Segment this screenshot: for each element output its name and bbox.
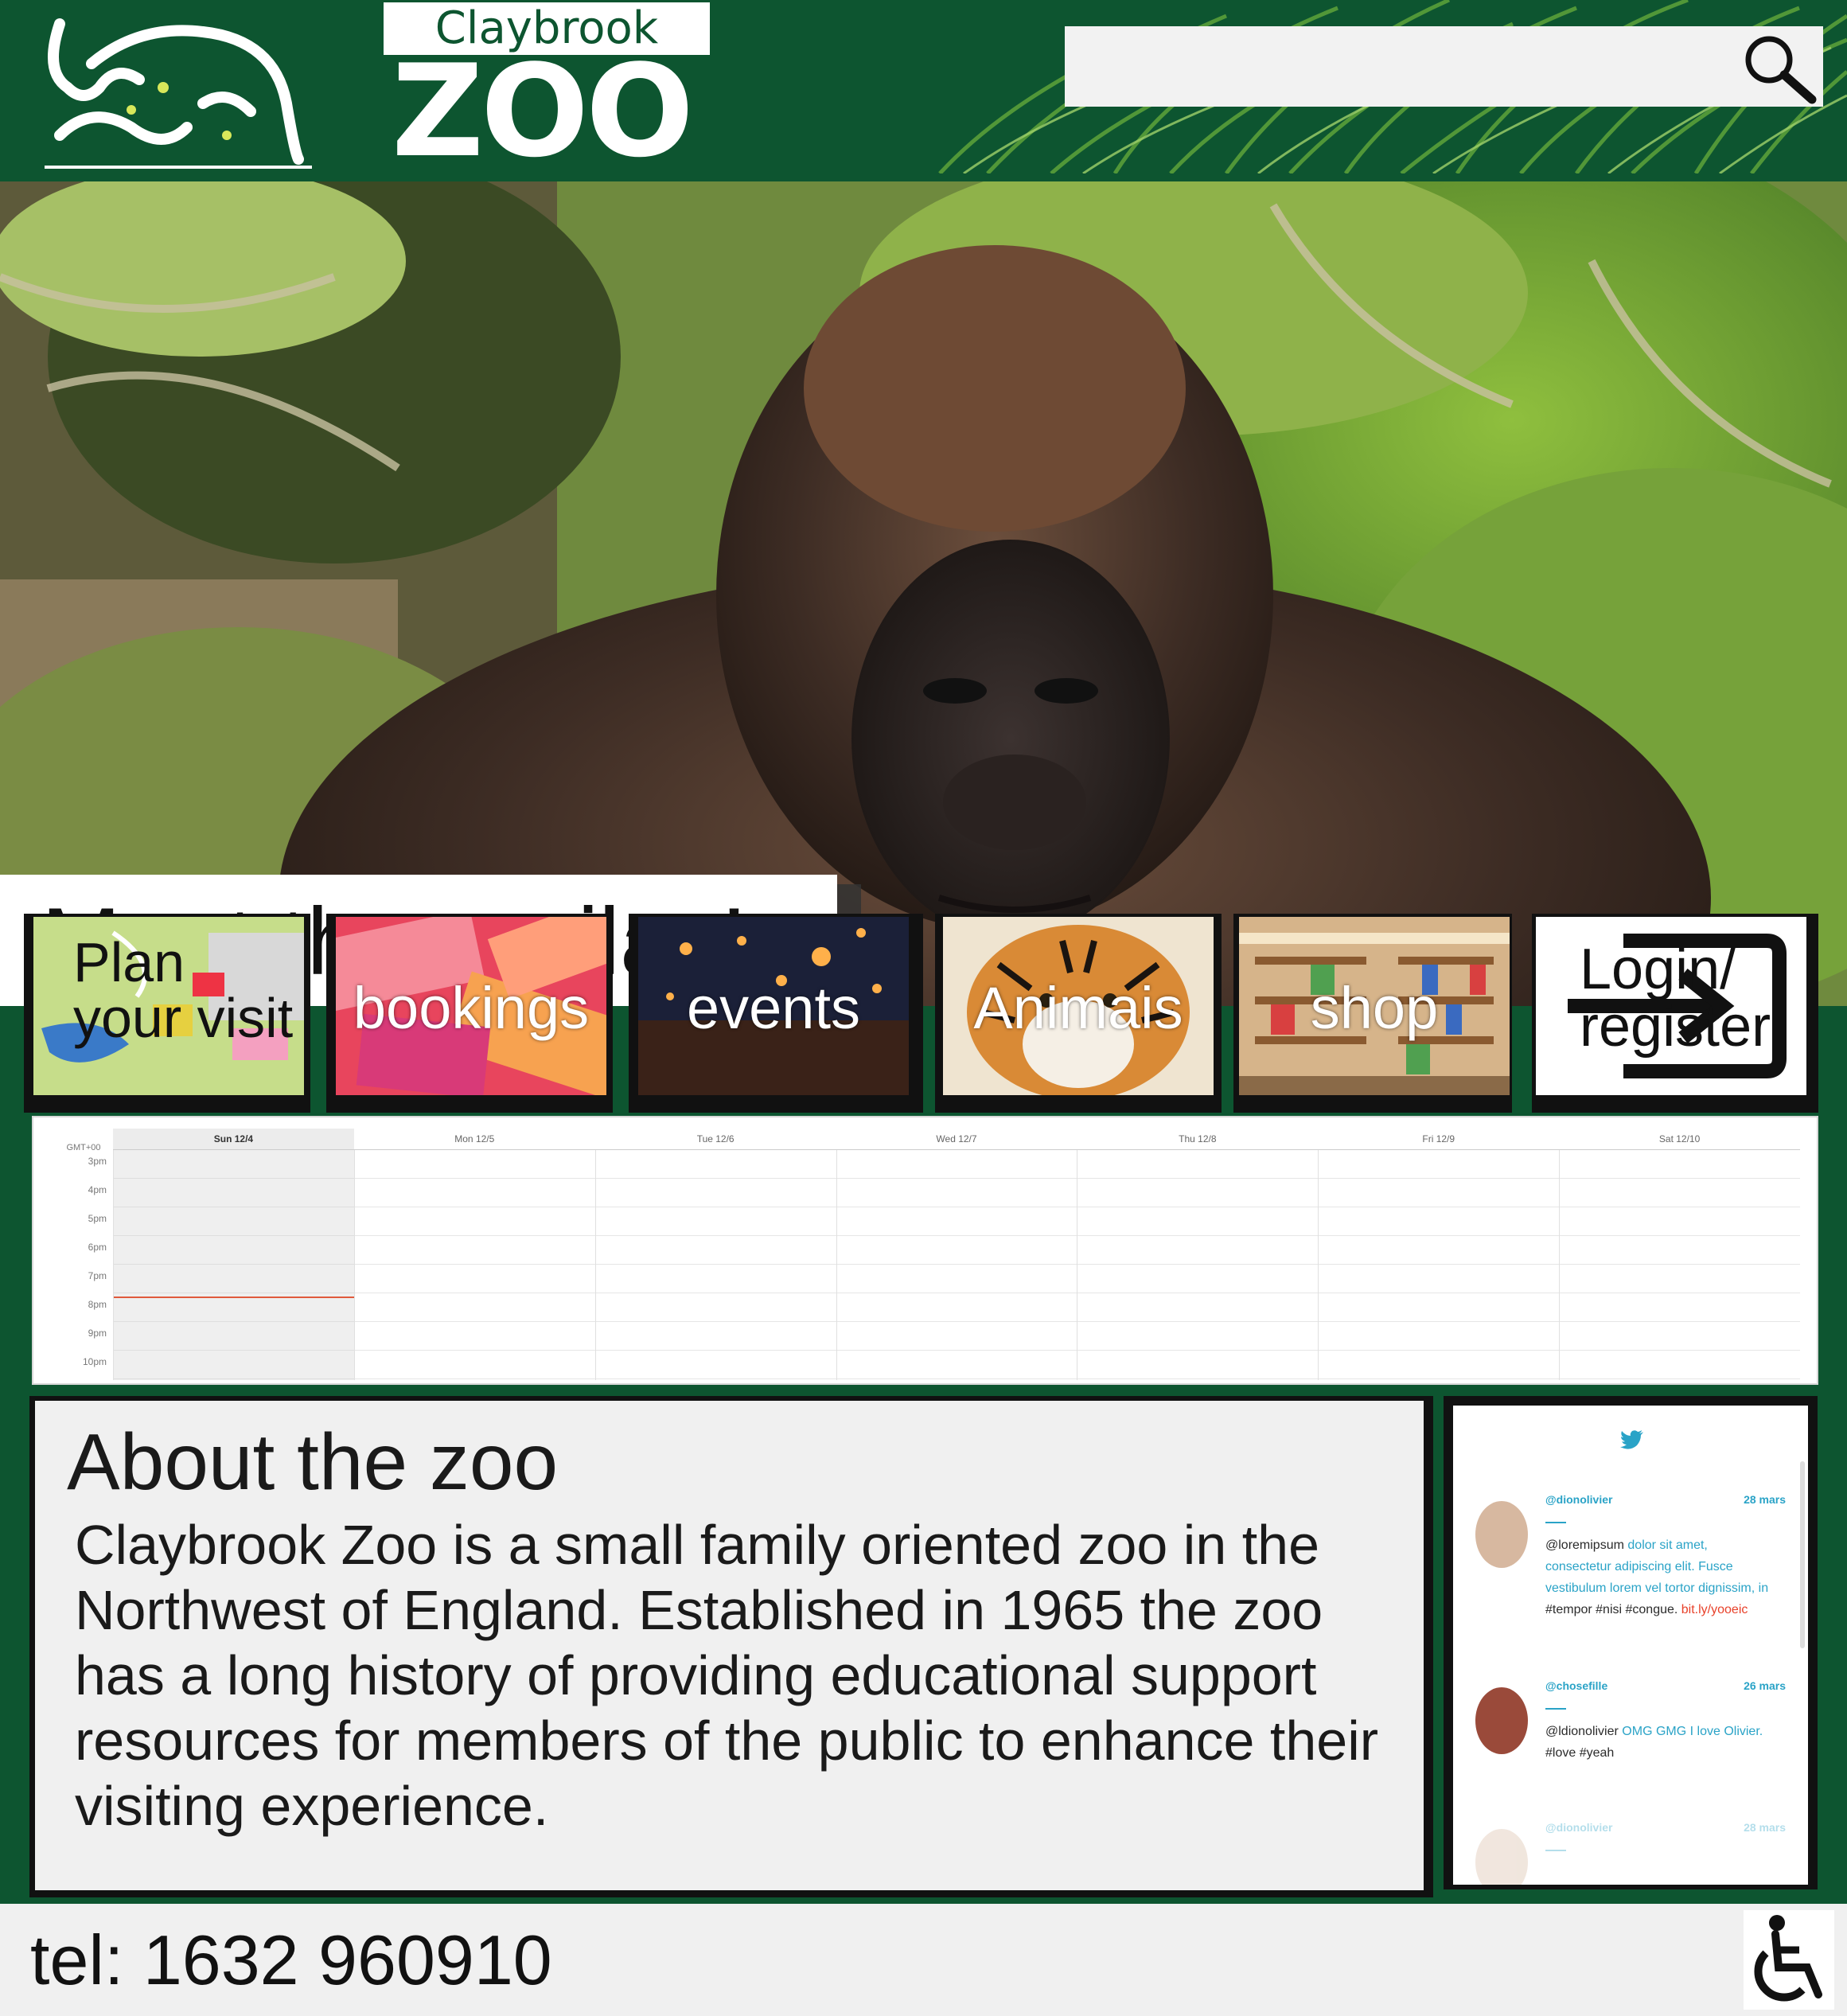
calendar-day-column[interactable] <box>594 1150 836 1380</box>
calendar-day-column[interactable] <box>1077 1150 1319 1380</box>
site-footer: tel: 1632 960910 <box>0 1904 1847 2016</box>
tweet-hashtags[interactable]: #love #yeah <box>1545 1746 1614 1760</box>
tweet-divider <box>1545 1708 1566 1710</box>
tweet-handle[interactable]: @chosefille <box>1545 1679 1607 1692</box>
avatar[interactable] <box>1475 1501 1528 1568</box>
nav-animals-label: Animais <box>973 975 1183 1041</box>
calendar-day-header[interactable]: Thu 12/8 <box>1077 1129 1318 1149</box>
calendar-day-column[interactable] <box>113 1150 354 1380</box>
calendar-time-label: 8pm <box>88 1299 107 1310</box>
tweet[interactable]: @chosefille 26 mars @ldionolivier OMG GM… <box>1475 1679 1794 1775</box>
tweet-date: 26 mars <box>1744 1679 1786 1692</box>
tweet-body: @ldionolivier OMG GMG I love Olivier. #l… <box>1545 1721 1776 1764</box>
about-title: About the zoo <box>67 1417 559 1507</box>
search-icon[interactable] <box>1739 33 1818 104</box>
avatar[interactable] <box>1475 1687 1528 1754</box>
calendar-day-header[interactable]: Tue 12/6 <box>595 1129 836 1149</box>
nav-plan-label: Plan your visit <box>73 931 294 1049</box>
hero-banner: Meet the gorilas! <box>0 181 1847 1006</box>
nav-shop[interactable]: shop <box>1239 917 1510 1095</box>
tweet-date: 28 mars <box>1744 1493 1786 1506</box>
nav-animals[interactable]: Animais <box>943 917 1214 1095</box>
calendar-day-column[interactable] <box>836 1150 1077 1380</box>
calendar-time-label: 9pm <box>88 1328 107 1339</box>
nav-shop-label: shop <box>1310 975 1439 1041</box>
logo-underline <box>45 166 312 169</box>
tweet-divider <box>1545 1522 1566 1523</box>
calendar-header: Sun 12/4 Mon 12/5 Tue 12/6 Wed 12/7 Thu … <box>113 1129 1800 1149</box>
calendar-day-column[interactable] <box>353 1150 595 1380</box>
calendar-day-header[interactable]: Sat 12/10 <box>1559 1129 1800 1149</box>
tweet[interactable]: @dionolivier 28 mars @loremipsum dolor s… <box>1475 1493 1794 1628</box>
calendar-day-column[interactable] <box>1318 1150 1560 1380</box>
nav-events[interactable]: events <box>638 917 909 1095</box>
calendar-grid <box>113 1149 1801 1380</box>
events-calendar[interactable]: GMT+00 Sun 12/4 Mon 12/5 Tue 12/6 Wed 12… <box>32 1116 1818 1385</box>
tweet-link[interactable]: bit.ly/yooeic <box>1681 1603 1748 1616</box>
calendar-day-header[interactable]: Sun 12/4 <box>113 1129 354 1149</box>
tweet-body: @loremipsum dolor sit amet, consectetur … <box>1545 1534 1776 1620</box>
tweet-text: OMG GMG I love Olivier. <box>1622 1725 1763 1738</box>
calendar-time-label: 10pm <box>82 1356 107 1367</box>
tweet-handle[interactable]: @dionolivier <box>1545 1493 1612 1506</box>
twitter-bird-icon[interactable] <box>1620 1429 1644 1450</box>
search-input[interactable] <box>1065 26 1823 107</box>
nav-bookings-label: bookings <box>353 975 590 1041</box>
site-header: Claybrook ZOO <box>0 0 1847 174</box>
about-text: Claybrook Zoo is a small family oriented… <box>75 1514 1379 1837</box>
calendar-day-column[interactable] <box>1559 1150 1801 1380</box>
telephone-number[interactable]: tel: 1632 960910 <box>30 1920 552 2001</box>
nav-plan-your-visit[interactable]: Plan your visit <box>33 917 304 1095</box>
tweet-hashtags[interactable]: #tempor #nisi #congue. <box>1545 1603 1677 1616</box>
tweet-mention[interactable]: @loremipsum <box>1545 1538 1624 1552</box>
nav-bookings[interactable]: bookings <box>336 917 606 1095</box>
tweet-mention[interactable]: @ldionolivier <box>1545 1725 1619 1738</box>
nav-events-label: events <box>686 975 861 1041</box>
about-section: About the zoo Claybrook Zoo is a small f… <box>35 1401 1424 1890</box>
calendar-time-label: 6pm <box>88 1242 107 1253</box>
calendar-time-label: 4pm <box>88 1184 107 1195</box>
avatar[interactable] <box>1475 1829 1528 1885</box>
calendar-time-label: 7pm <box>88 1270 107 1281</box>
twitter-scrollbar[interactable] <box>1800 1461 1805 1648</box>
calendar-day-header[interactable]: Fri 12/9 <box>1318 1129 1559 1149</box>
calendar-day-header[interactable]: Wed 12/7 <box>836 1129 1077 1149</box>
calendar-time-label: 3pm <box>88 1156 107 1167</box>
tweet-divider <box>1545 1850 1566 1851</box>
calendar-time-axis: 3pm 4pm 5pm 6pm 7pm 8pm 9pm 10pm <box>41 1156 111 1383</box>
twitter-feed[interactable]: @dionolivier 28 mars @loremipsum dolor s… <box>1453 1406 1808 1885</box>
tweet[interactable]: @dionolivier 28 mars <box>1475 1821 1794 1885</box>
calendar-day-header[interactable]: Mon 12/5 <box>354 1129 595 1149</box>
wheelchair-icon[interactable] <box>1744 1910 1834 2010</box>
nav-login-register[interactable]: Login/ register <box>1536 917 1806 1095</box>
tweet-date: 28 mars <box>1744 1821 1786 1834</box>
elephant-logo <box>48 18 304 165</box>
calendar-time-label: 5pm <box>88 1213 107 1224</box>
brand-wordmark: ZOO <box>392 37 694 174</box>
nav-login-label: Login/ register <box>1580 938 1771 1059</box>
calendar-now-indicator <box>114 1297 354 1298</box>
tweet-handle[interactable]: @dionolivier <box>1545 1821 1612 1834</box>
